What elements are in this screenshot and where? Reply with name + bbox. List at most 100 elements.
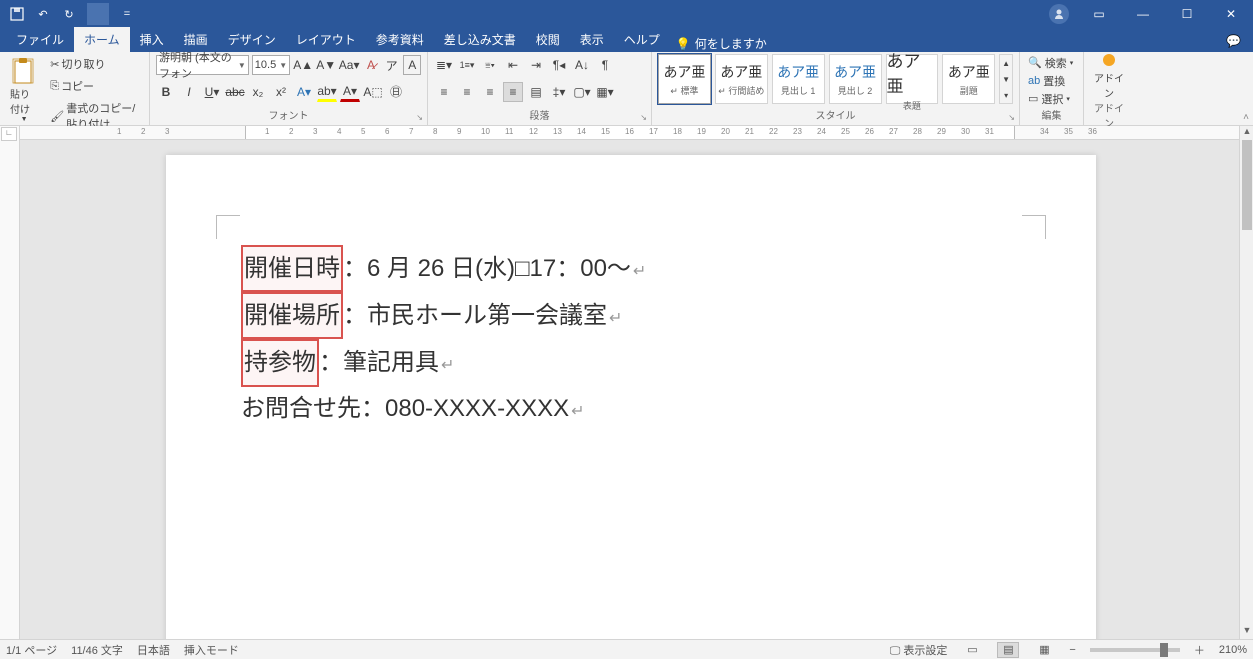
document-body[interactable]: 開催日時：6 月 26 日(水)□17：00～↵開催場所：市民ホール第一会議室↵… — [241, 245, 1021, 431]
show-marks-icon[interactable]: ¶ — [595, 55, 615, 75]
enclose-char-icon[interactable]: ㊐ — [386, 82, 406, 102]
collapse-ribbon-icon[interactable]: ˄ — [1243, 112, 1249, 123]
styles-more-button[interactable]: ▲▼▾ — [999, 54, 1013, 104]
tab-help[interactable]: ヘルプ — [614, 27, 670, 52]
styles-launcher[interactable]: ↘ — [1008, 113, 1015, 122]
font-launcher[interactable]: ↘ — [416, 113, 423, 122]
tell-me-text: 何をしますか — [695, 35, 767, 52]
zoom-slider[interactable] — [1090, 648, 1180, 652]
copy-button[interactable]: ⎘コピー — [46, 76, 143, 96]
style-item-1[interactable]: あア亜↵ 行間詰め — [715, 54, 768, 104]
zoom-thumb[interactable] — [1160, 643, 1168, 657]
print-layout-icon[interactable]: ▤ — [997, 642, 1019, 658]
doc-line-2[interactable]: 持参物：筆記用具↵ — [241, 339, 1021, 386]
language[interactable]: 日本語 — [137, 642, 170, 658]
save-icon[interactable] — [6, 3, 28, 25]
replace-button[interactable]: ab置換 — [1026, 72, 1077, 89]
style-item-5[interactable]: あア亜副題 — [942, 54, 995, 104]
ribbon-display-options-icon[interactable]: ▭ — [1077, 0, 1121, 28]
shrink-font-icon[interactable]: A▼ — [316, 55, 336, 75]
style-preview: あア亜 — [948, 62, 990, 82]
italic-icon[interactable]: I — [179, 82, 199, 102]
document-canvas[interactable]: 開催日時：6 月 26 日(水)□17：00～↵開催場所：市民ホール第一会議室↵… — [20, 126, 1239, 639]
user-avatar-icon[interactable] — [1049, 4, 1069, 24]
vertical-scrollbar[interactable]: ▲ ▼ — [1239, 126, 1253, 639]
tab-file[interactable]: ファイル — [6, 27, 74, 52]
borders-icon[interactable]: ▦▾ — [595, 82, 615, 102]
qat-overflow[interactable]: = — [116, 3, 138, 25]
align-center-icon[interactable]: ≡ — [457, 82, 477, 102]
tab-layout[interactable]: レイアウト — [286, 27, 366, 52]
tab-view[interactable]: 表示 — [570, 27, 614, 52]
doc-line-1[interactable]: 開催場所：市民ホール第一会議室↵ — [241, 292, 1021, 339]
text-effects-icon[interactable]: A▾ — [294, 82, 314, 102]
highlight-icon[interactable]: ab▾ — [317, 82, 337, 102]
phonetic-guide-icon[interactable]: ア — [383, 55, 401, 75]
multilevel-icon[interactable]: ⩸▾ — [480, 55, 500, 75]
char-border-icon[interactable]: A — [403, 55, 421, 75]
dec-indent-icon[interactable]: ⇤ — [503, 55, 523, 75]
paragraph-launcher[interactable]: ↘ — [640, 113, 647, 122]
horizontal-ruler[interactable]: 3211234567891011121314151617181920212223… — [20, 126, 1239, 140]
align-left-icon[interactable]: ≡ — [434, 82, 454, 102]
inc-indent-icon[interactable]: ⇥ — [526, 55, 546, 75]
style-item-2[interactable]: あア亜見出し 1 — [772, 54, 825, 104]
line-spacing-icon[interactable]: ‡▾ — [549, 82, 569, 102]
close-button[interactable]: ✕ — [1209, 0, 1253, 28]
bullets-icon[interactable]: ≣▾ — [434, 55, 454, 75]
style-item-0[interactable]: あア亜↵ 標準 — [658, 54, 711, 104]
font-color-icon[interactable]: A▾ — [340, 82, 360, 102]
paste-button[interactable]: 貼り付け ▼ — [6, 54, 42, 134]
redo-icon[interactable]: ↻ — [58, 3, 80, 25]
find-button[interactable]: 🔍検索▾ — [1026, 54, 1077, 71]
strike-icon[interactable]: abc — [225, 82, 245, 102]
distributed-icon[interactable]: ▤ — [526, 82, 546, 102]
align-right-icon[interactable]: ≡ — [480, 82, 500, 102]
char-shading-icon[interactable]: A⬚ — [363, 82, 383, 102]
scroll-down-icon[interactable]: ▼ — [1240, 625, 1253, 639]
tab-references[interactable]: 参考資料 — [366, 27, 434, 52]
cut-button[interactable]: ✂切り取り — [46, 54, 143, 74]
subscript-icon[interactable]: x₂ — [248, 82, 268, 102]
zoom-level[interactable]: 210% — [1219, 644, 1247, 656]
font-name-combo[interactable]: 游明朝 (本文のフォン▼ — [156, 55, 249, 75]
maximize-button[interactable]: ☐ — [1165, 0, 1209, 28]
style-item-3[interactable]: あア亜見出し 2 — [829, 54, 882, 104]
page-count[interactable]: 1/1 ページ — [6, 642, 57, 658]
tab-selector[interactable]: ∟ — [1, 127, 17, 141]
style-preview: あア亜 — [834, 62, 876, 82]
zoom-out[interactable]: − — [1069, 644, 1075, 656]
tab-home[interactable]: ホーム — [74, 27, 130, 52]
superscript-icon[interactable]: x² — [271, 82, 291, 102]
shading-icon[interactable]: ▢▾ — [572, 82, 592, 102]
zoom-in[interactable]: ＋ — [1194, 642, 1205, 658]
change-case-icon[interactable]: Aa▾ — [339, 55, 359, 75]
select-button[interactable]: ▭選択▾ — [1026, 90, 1077, 107]
doc-line-0[interactable]: 開催日時：6 月 26 日(水)□17：00～↵ — [241, 245, 1021, 292]
grow-font-icon[interactable]: A▲ — [293, 55, 313, 75]
insert-mode[interactable]: 挿入モード — [184, 642, 239, 658]
web-layout-icon[interactable]: ▦ — [1033, 642, 1055, 658]
minimize-button[interactable]: ― — [1121, 0, 1165, 28]
share-button[interactable]: 💬 — [1214, 30, 1253, 52]
scroll-up-icon[interactable]: ▲ — [1240, 126, 1253, 140]
bold-icon[interactable]: B — [156, 82, 176, 102]
ltr-icon[interactable]: ¶◂ — [549, 55, 569, 75]
undo-icon[interactable]: ↶ — [32, 3, 54, 25]
tab-review[interactable]: 校閲 — [526, 27, 570, 52]
word-count[interactable]: 11/46 文字 — [71, 642, 123, 658]
tell-me[interactable]: 💡 何をしますか — [676, 35, 767, 52]
underline-icon[interactable]: U▾ — [202, 82, 222, 102]
align-justify-icon[interactable]: ≡ — [503, 82, 523, 102]
clear-format-icon[interactable]: A̷ — [362, 55, 380, 75]
style-item-4[interactable]: あア亜表題 — [886, 54, 939, 104]
scroll-thumb[interactable] — [1242, 140, 1252, 230]
display-settings[interactable]: 🖵 表示設定 — [890, 642, 948, 658]
font-size-combo[interactable]: 10.5▼ — [252, 55, 290, 75]
tab-mailings[interactable]: 差し込み文書 — [434, 27, 526, 52]
sort-icon[interactable]: A↓ — [572, 55, 592, 75]
numbering-icon[interactable]: 1≡▾ — [457, 55, 477, 75]
doc-line-3[interactable]: お問合せ先：080-XXXX-XXXX↵ — [241, 387, 1021, 431]
addin-button[interactable]: アドイン — [1090, 54, 1128, 100]
read-mode-icon[interactable]: ▭ — [961, 642, 983, 658]
